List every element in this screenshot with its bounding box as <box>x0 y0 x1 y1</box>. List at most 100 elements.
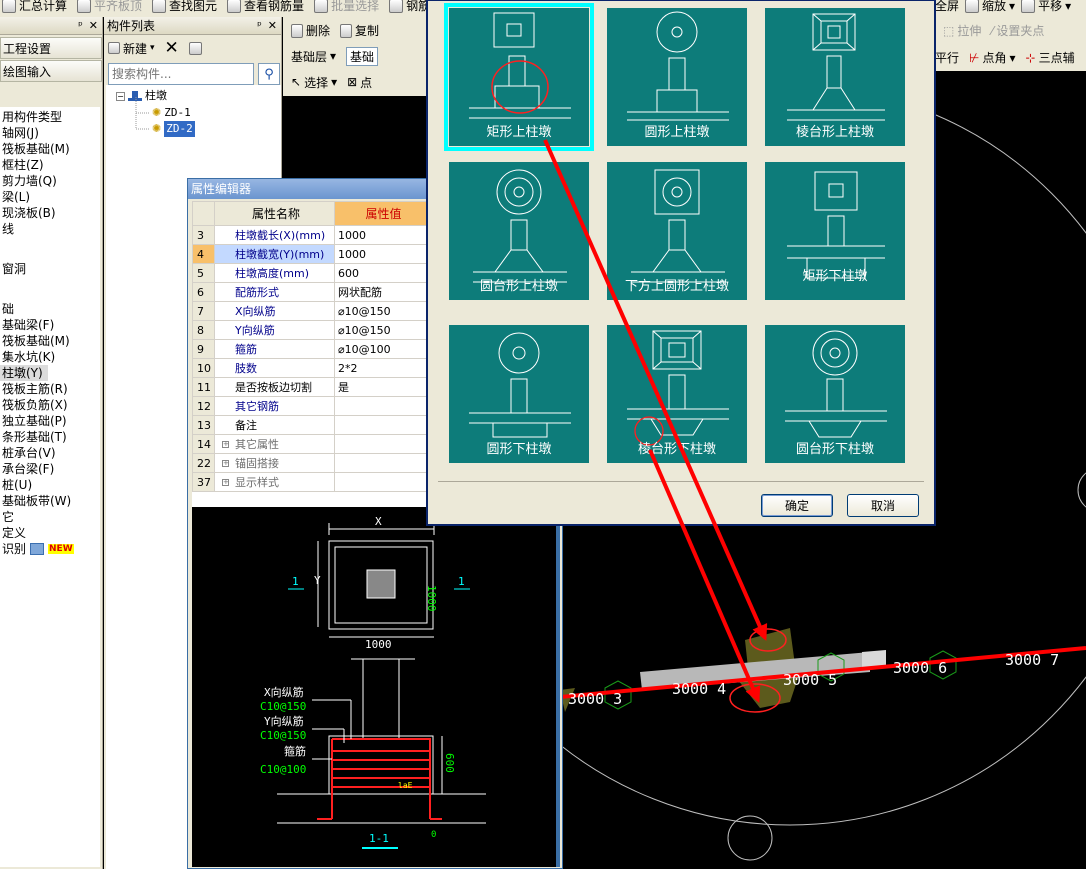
delete-component-icon[interactable]: ✕ <box>165 38 179 58</box>
tree-item[interactable]: 识别 NEW <box>0 541 100 557</box>
pan-button[interactable]: 平移 ▾ <box>1021 0 1071 14</box>
tree-item[interactable]: 定义 <box>0 525 100 541</box>
tree-item[interactable]: 独立基础(P) <box>0 413 100 429</box>
tree-item <box>0 237 100 261</box>
property-value[interactable]: ⌀10@150 <box>334 301 430 321</box>
property-value[interactable]: 2*2 <box>334 358 430 378</box>
tree-item[interactable]: 用构件类型 <box>0 109 100 125</box>
property-row[interactable]: 11 是否按板边切割是 <box>192 377 430 397</box>
property-value[interactable]: 网状配筋 <box>334 282 430 302</box>
tree-item[interactable]: 基础板带(W) <box>0 493 100 509</box>
property-group-row[interactable]: 14 + 其它属性 <box>192 434 430 454</box>
tree-item[interactable]: 集水坑(K) <box>0 349 100 365</box>
copy-button[interactable]: 复制 <box>340 22 379 39</box>
pier-type-tile-round-frustum-bottom[interactable]: 圆台形下柱墩 <box>760 320 910 468</box>
property-value[interactable]: 是 <box>334 377 430 397</box>
tree-item[interactable]: 筏板负筋(X) <box>0 397 100 413</box>
copy-component-icon[interactable] <box>188 41 202 55</box>
three-point-button[interactable]: ⊹ 三点辅 <box>1026 49 1075 66</box>
property-value[interactable]: 1000 <box>334 244 430 264</box>
tree-item[interactable]: 筏板基础(M) <box>0 333 100 349</box>
tree-item[interactable]: 筏板基础(M) <box>0 141 100 157</box>
pier-type-tile-square-round-top[interactable]: 下方上圆形上柱墩 <box>602 157 752 305</box>
property-value[interactable]: ⌀10@150 <box>334 320 430 340</box>
rebar-button[interactable]: 钢筋 <box>389 0 430 14</box>
zoom-button[interactable]: 缩放 ▾ <box>965 0 1015 14</box>
tree-item[interactable]: 剪力墙(Q) <box>0 173 100 189</box>
stretch-button[interactable]: ⬚ 拉伸 <box>943 22 981 39</box>
align-top-button[interactable]: 平齐板顶 <box>77 0 142 14</box>
property-value[interactable]: 1000 <box>334 225 430 245</box>
find-element-button[interactable]: 查找图元 <box>152 0 217 14</box>
property-group-row[interactable]: 37 + 显示样式 <box>192 472 430 492</box>
summary-calc-button[interactable]: 汇总计算 <box>2 0 67 14</box>
pier-type-tile-round-bottom[interactable]: 圆形下柱墩 <box>444 320 594 468</box>
tree-item[interactable]: 现浇板(B) <box>0 205 100 221</box>
property-row[interactable]: 7 X向纵筋 ⌀10@150 <box>192 301 430 321</box>
set-grip-button[interactable]: ⁄ 设置夹点 <box>991 22 1044 39</box>
property-row[interactable]: 6 配筋形式 网状配筋 <box>192 282 430 302</box>
select-button[interactable]: ↖ 选择 ▾ <box>291 74 337 91</box>
tree-item[interactable]: 线 <box>0 221 100 237</box>
batch-select-button[interactable]: 批量选择 <box>314 0 379 14</box>
property-row[interactable]: 10 肢数 2*2 <box>192 358 430 378</box>
point-angle-button[interactable]: ⊬ 点角 ▾ <box>969 49 1016 66</box>
pier-type-tile-rect-top[interactable]: 矩形上柱墩 <box>444 3 594 151</box>
property-row[interactable]: 8 Y向纵筋 ⌀10@150 <box>192 320 430 340</box>
fullscreen-button[interactable]: 全屏 <box>935 0 959 14</box>
property-value[interactable] <box>334 396 430 416</box>
point-button[interactable]: ⊠ 点 <box>347 74 372 91</box>
layer-select[interactable]: 基础层 ▾ <box>291 48 336 65</box>
tree-item[interactable]: 轴网(J) <box>0 125 100 141</box>
drawing-input-button[interactable]: 绘图输入 <box>0 60 102 82</box>
category-select[interactable]: 基础 <box>346 46 379 66</box>
pier-type-tile-round-frustum-top[interactable]: 圆台形上柱墩 <box>444 157 594 305</box>
column-hatch <box>366 569 396 599</box>
pier-type-tile-rect-bottom[interactable]: 矩形下柱墩 <box>760 157 910 305</box>
expand-icon[interactable]: + <box>222 479 229 486</box>
component-search-input[interactable] <box>108 63 254 85</box>
tree-item[interactable]: 承台梁(F) <box>0 461 100 477</box>
delete-button[interactable]: 删除 <box>291 22 330 39</box>
tree-item[interactable]: 筏板主筋(R) <box>0 381 100 397</box>
expand-icon[interactable]: + <box>222 441 229 448</box>
align-icon <box>77 0 92 13</box>
y-rebar-value: C10@150 <box>260 729 306 742</box>
tree-item[interactable]: 条形基础(T) <box>0 429 100 445</box>
close-icon[interactable]: ✕ <box>268 19 277 32</box>
property-row[interactable]: 9 箍筋 ⌀10@100 <box>192 339 430 359</box>
new-component-button[interactable]: 新建 ▾ <box>108 40 155 57</box>
property-value[interactable] <box>334 415 430 435</box>
tree-item[interactable]: 窗洞 <box>0 261 100 277</box>
close-icon[interactable]: ✕ <box>89 19 98 32</box>
property-row[interactable]: 3 柱墩截长(X)(mm) 1000 <box>192 225 430 245</box>
cancel-button[interactable]: 取消 <box>847 494 919 517</box>
pin-icon[interactable]: ᵖ <box>78 19 83 32</box>
tree-item-selected[interactable]: 柱墩(Y) <box>0 365 48 381</box>
property-row[interactable]: 5 柱墩高度(mm) 600 <box>192 263 430 283</box>
property-group-row[interactable]: 22 + 锚固搭接 <box>192 453 430 473</box>
view-rebar-button[interactable]: 查看钢筋量 <box>227 0 304 14</box>
property-value[interactable]: 600 <box>334 263 430 283</box>
pin-icon[interactable]: ᵖ <box>257 19 262 32</box>
property-row[interactable]: 13 备注 <box>192 415 430 435</box>
property-row-selected[interactable]: 4 柱墩截宽(Y)(mm) 1000 <box>192 244 430 264</box>
expand-icon[interactable]: + <box>222 460 229 467</box>
tree-item[interactable]: 它 <box>0 509 100 525</box>
pier-type-tile-frustum-top[interactable]: 棱台形上柱墩 <box>760 3 910 151</box>
tree-item[interactable]: 基础梁(F) <box>0 317 100 333</box>
project-settings-button[interactable]: 工程设置 <box>0 37 102 59</box>
pier-type-tile-round-top[interactable]: 圆形上柱墩 <box>602 3 752 151</box>
property-value[interactable]: ⌀10@100 <box>334 339 430 359</box>
tree-item[interactable]: 础 <box>0 301 100 317</box>
select-toolbar: ↖ 选择 ▾ ⊠ 点 <box>283 68 428 96</box>
pier-type-tile-frustum-bottom[interactable]: 棱台形下柱墩 <box>602 320 752 468</box>
ok-button[interactable]: 确定 <box>761 494 833 517</box>
parallel-button[interactable]: 平行 <box>935 49 959 66</box>
tree-item[interactable]: 梁(L) <box>0 189 100 205</box>
tree-item[interactable]: 桩承台(V) <box>0 445 100 461</box>
tree-item[interactable]: 桩(U) <box>0 477 100 493</box>
property-row[interactable]: 12 其它钢筋 <box>192 396 430 416</box>
search-icon[interactable]: ⚲ <box>258 63 280 85</box>
tree-item[interactable]: 框柱(Z) <box>0 157 100 173</box>
